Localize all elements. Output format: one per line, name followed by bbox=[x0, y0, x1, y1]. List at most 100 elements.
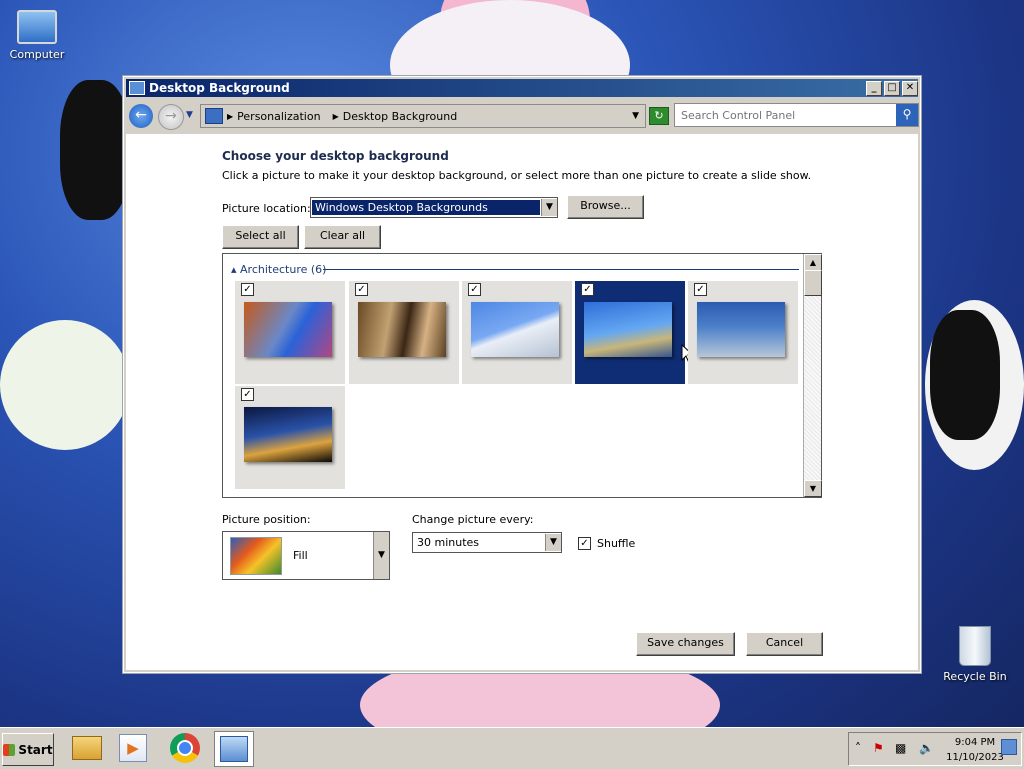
search-icon[interactable]: ⚲ bbox=[896, 104, 918, 126]
breadcrumb-personalization[interactable]: Personalization bbox=[237, 110, 320, 123]
breadcrumb-arrow-icon[interactable]: ▶ bbox=[227, 112, 233, 121]
picture-position-select[interactable]: Fill ▼ bbox=[222, 531, 390, 580]
picture-thumbnail bbox=[244, 407, 332, 462]
breadcrumb-desktop-background[interactable]: Desktop Background bbox=[343, 110, 458, 123]
picture-tile[interactable]: ✓ bbox=[688, 281, 798, 384]
recycle-bin-icon bbox=[959, 626, 991, 666]
scrollbar-thumb[interactable] bbox=[804, 270, 822, 296]
network-icon[interactable]: ▩ bbox=[895, 741, 906, 755]
desktop-icon-label: Recycle Bin bbox=[943, 670, 1007, 683]
chrome-icon bbox=[170, 733, 200, 763]
close-button[interactable]: ✕ bbox=[902, 80, 918, 96]
picture-thumbnail bbox=[584, 302, 672, 357]
action-center-icon[interactable]: ⚑ bbox=[873, 741, 884, 755]
breadcrumb-arrow-icon[interactable]: ▶ bbox=[333, 112, 339, 121]
chevron-down-icon[interactable]: ▼ bbox=[545, 534, 561, 551]
back-arrow-icon[interactable]: ← bbox=[129, 104, 153, 128]
change-picture-value: 30 minutes bbox=[417, 536, 480, 549]
scroll-up-icon[interactable]: ▲ bbox=[804, 254, 822, 271]
system-tray: ˄ ⚑ ▩ 🔈 9:04 PM 11/10/2023 bbox=[848, 732, 1022, 766]
picture-thumbnail bbox=[471, 302, 559, 357]
picture-location-value: Windows Desktop Backgrounds bbox=[312, 200, 540, 215]
clock-time: 9:04 PM bbox=[954, 737, 996, 748]
change-picture-label: Change picture every: bbox=[412, 513, 534, 526]
shuffle-option[interactable]: ✓ Shuffle bbox=[578, 537, 635, 550]
search-input[interactable] bbox=[675, 107, 896, 123]
taskbar-app-media[interactable]: ▶ bbox=[114, 731, 152, 765]
desktop-icon-recycle-bin[interactable]: Recycle Bin bbox=[938, 626, 1012, 683]
tile-checkbox[interactable]: ✓ bbox=[241, 283, 254, 296]
chevron-down-icon[interactable]: ▼ bbox=[541, 199, 557, 216]
refresh-icon[interactable]: ↻ bbox=[649, 107, 669, 125]
picture-thumbnail bbox=[244, 302, 332, 357]
taskbar-app-chrome[interactable] bbox=[166, 731, 204, 765]
clock-date: 11/10/2023 bbox=[946, 752, 1004, 763]
show-hidden-icons-icon[interactable]: ˄ bbox=[855, 741, 861, 755]
control-panel-icon bbox=[220, 736, 248, 762]
show-desktop-icon[interactable] bbox=[1001, 739, 1017, 755]
group-header[interactable]: ▴ Architecture (6) bbox=[231, 263, 326, 276]
gallery-scrollbar[interactable]: ▲ ▼ bbox=[803, 254, 822, 497]
tile-checkbox[interactable]: ✓ bbox=[468, 283, 481, 296]
chevron-down-icon[interactable]: ▼ bbox=[373, 532, 389, 579]
picture-thumbnail bbox=[697, 302, 785, 357]
maximize-button[interactable]: □ bbox=[884, 80, 900, 96]
recent-pages-dropdown-icon[interactable]: ▼ bbox=[186, 110, 193, 120]
picture-tile[interactable]: ✓ bbox=[235, 386, 345, 489]
start-label: Start bbox=[18, 742, 53, 757]
window-title: Desktop Background bbox=[149, 81, 290, 95]
collapse-arrow-icon[interactable]: ▴ bbox=[231, 263, 237, 276]
picture-location-label: Picture location: bbox=[222, 202, 311, 215]
windows-logo-icon bbox=[3, 743, 16, 756]
media-player-icon: ▶ bbox=[119, 734, 147, 762]
taskbar-app-explorer[interactable] bbox=[68, 731, 106, 765]
wallpaper-shape bbox=[0, 320, 130, 450]
picture-thumbnail bbox=[358, 302, 446, 357]
minimize-button[interactable]: _ bbox=[866, 80, 882, 96]
tile-checkbox[interactable]: ✓ bbox=[694, 283, 707, 296]
desktop-icon-label: Computer bbox=[9, 48, 65, 61]
window-icon bbox=[129, 81, 145, 95]
wallpaper-shape bbox=[930, 310, 1000, 440]
picture-position-label: Picture position: bbox=[222, 513, 311, 526]
picture-position-value: Fill bbox=[293, 549, 308, 562]
taskbar: Start ▶ ˄ ⚑ ▩ 🔈 9:04 PM 11/10/2023 bbox=[0, 727, 1024, 769]
tile-checkbox[interactable]: ✓ bbox=[355, 283, 368, 296]
position-preview-image bbox=[230, 537, 282, 575]
forward-arrow-icon[interactable]: → bbox=[158, 104, 184, 130]
desktop-icon-computer[interactable]: Computer bbox=[0, 10, 74, 61]
scroll-down-icon[interactable]: ▼ bbox=[804, 480, 822, 497]
address-dropdown-icon[interactable]: ▼ bbox=[632, 111, 639, 121]
control-panel-icon bbox=[205, 108, 223, 124]
select-all-button[interactable]: Select all bbox=[222, 225, 299, 249]
folder-icon bbox=[72, 736, 102, 760]
title-bar[interactable]: Desktop Background _ □ ✕ bbox=[126, 79, 918, 97]
tile-checkbox[interactable]: ✓ bbox=[241, 388, 254, 401]
browse-button[interactable]: Browse... bbox=[567, 195, 644, 219]
change-picture-select[interactable]: 30 minutes ▼ bbox=[412, 532, 562, 553]
volume-muted-icon[interactable]: 🔈 bbox=[919, 741, 934, 755]
taskbar-app-control-panel[interactable] bbox=[214, 731, 254, 767]
shuffle-checkbox[interactable]: ✓ bbox=[578, 537, 591, 550]
group-label: Architecture (6) bbox=[240, 263, 327, 276]
address-bar[interactable]: ▶ Personalization ▶ Desktop Background ▼ bbox=[200, 104, 646, 128]
navigation-bar: ← → ▼ ▶ Personalization ▶ Desktop Backgr… bbox=[126, 100, 919, 130]
picture-tile[interactable]: ✓ bbox=[235, 281, 345, 384]
cancel-button[interactable]: Cancel bbox=[746, 632, 823, 656]
computer-icon bbox=[17, 10, 57, 44]
picture-location-select[interactable]: Windows Desktop Backgrounds ▼ bbox=[310, 197, 558, 218]
page-title: Choose your desktop background bbox=[222, 149, 449, 163]
clear-all-button[interactable]: Clear all bbox=[304, 225, 381, 249]
desktop-background-window: Desktop Background _ □ ✕ ← → ▼ ▶ Persona… bbox=[122, 75, 922, 674]
page-description: Click a picture to make it your desktop … bbox=[222, 169, 812, 182]
clock[interactable]: 9:04 PM 11/10/2023 bbox=[945, 735, 1005, 765]
save-changes-button[interactable]: Save changes bbox=[636, 632, 735, 656]
picture-tile-selected[interactable]: ✓ bbox=[575, 281, 695, 384]
picture-tile[interactable]: ✓ bbox=[462, 281, 572, 384]
tile-checkbox[interactable]: ✓ bbox=[581, 283, 594, 296]
wallpaper-shape bbox=[60, 80, 130, 220]
picture-tile[interactable]: ✓ bbox=[349, 281, 459, 384]
group-divider bbox=[323, 269, 799, 270]
content-pane: Choose your desktop background Click a p… bbox=[126, 134, 918, 670]
start-button[interactable]: Start bbox=[2, 733, 54, 766]
